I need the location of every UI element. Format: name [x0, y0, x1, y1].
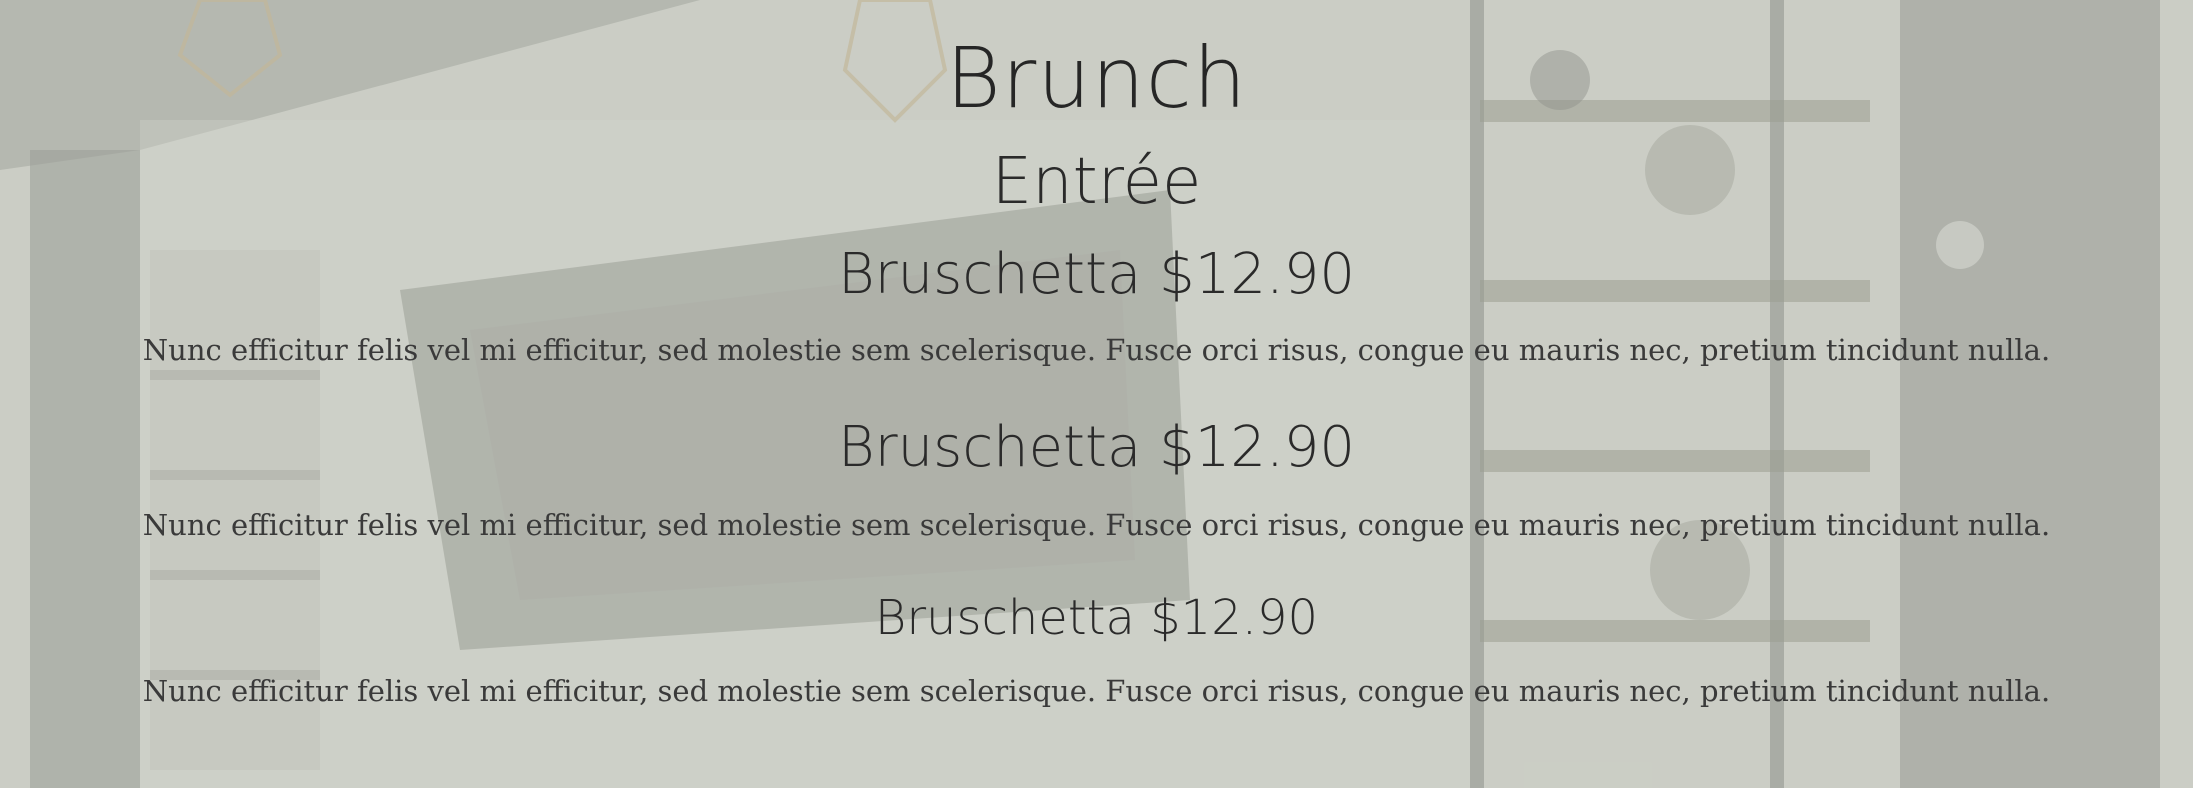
menu-item-description: Nunc efficitur felis vel mi efficitur, s… [142, 333, 2051, 367]
menu-item-description: Nunc efficitur felis vel mi efficitur, s… [142, 508, 2051, 542]
menu-item-name: Bruschetta $12.90 [837, 242, 1356, 307]
brunch-menu: Brunch Entrée Bruschetta $12.90 Nunc eff… [0, 0, 2193, 788]
menu-item-name: Bruschetta $12.90 [874, 590, 1319, 646]
section-title: Entrée [991, 145, 1202, 219]
menu-item-name: Bruschetta $12.90 [837, 415, 1356, 480]
menu-title: Brunch [945, 29, 1248, 127]
menu-item-description: Nunc efficitur felis vel mi efficitur, s… [142, 674, 2051, 708]
